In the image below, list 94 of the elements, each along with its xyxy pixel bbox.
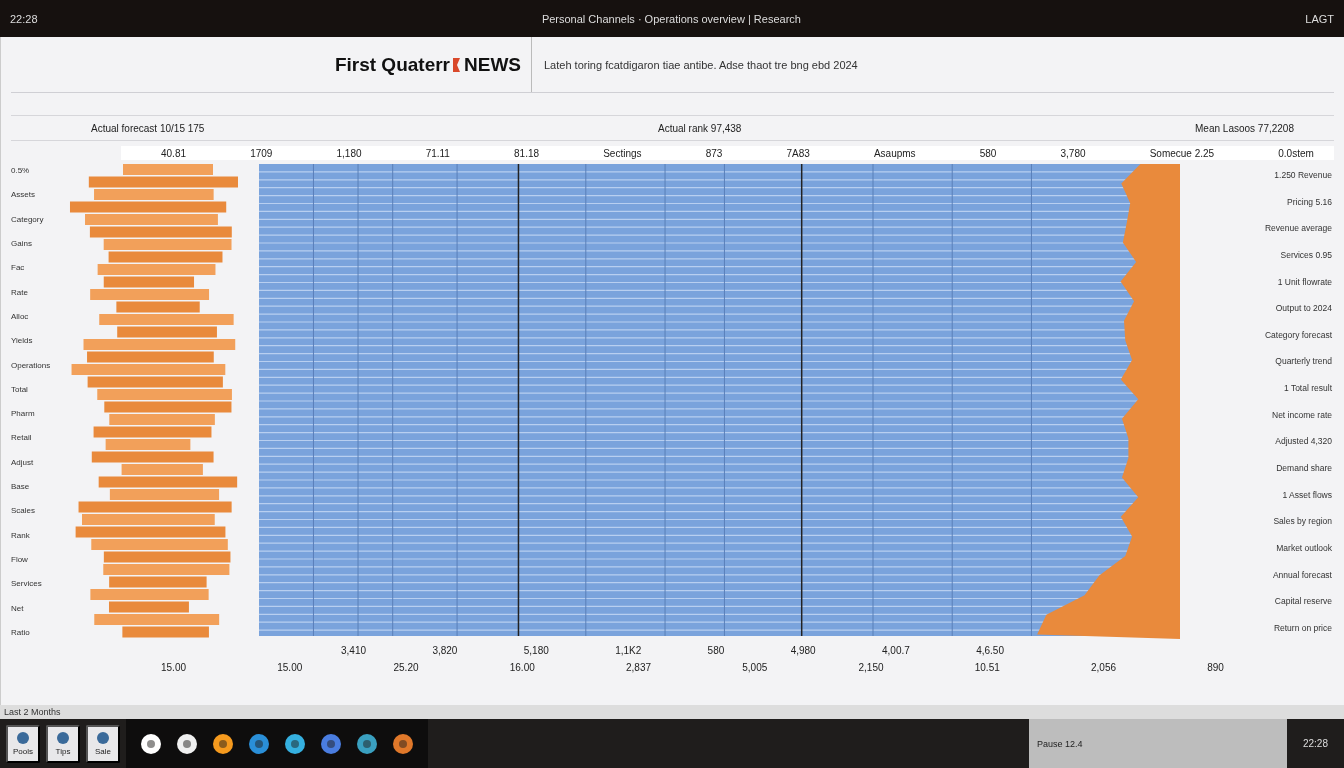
axis-label: 15.00 xyxy=(277,662,303,673)
axis-label: 15.00 xyxy=(161,662,187,673)
subtitle-text: Lateh toring fcatdigaron tiae antibe. Adse thaot tre bng ebd 2024 xyxy=(544,58,858,71)
axis-label: 3,410 xyxy=(341,645,367,656)
row-label: 1 Asset flows xyxy=(1282,489,1332,500)
app-icon[interactable] xyxy=(176,732,198,755)
row-label: Ratio xyxy=(11,627,31,637)
row-label: 1 Unit flowrate xyxy=(1277,276,1332,287)
row-label: Retail xyxy=(11,433,33,443)
row-label: Adjusted 4,320 xyxy=(1275,436,1332,447)
row-label: Return on price xyxy=(1273,622,1332,633)
axis-label: 5,180 xyxy=(523,645,549,656)
app-icon[interactable] xyxy=(284,732,306,755)
band-label: Mean Lasoos 77,2208 xyxy=(1195,122,1294,134)
status-text: Personal Channels · Operations overview | Research xyxy=(541,12,801,25)
row-label: Assets xyxy=(11,190,36,200)
row-label: Market outlook xyxy=(1276,542,1332,553)
app-icon xyxy=(16,731,30,745)
row-label: Base xyxy=(11,482,31,492)
report-title: NEWS xyxy=(464,53,521,76)
row-label: Capital reserve xyxy=(1274,596,1332,607)
row-label: 0.5% xyxy=(11,166,31,175)
app-icon[interactable] xyxy=(392,732,414,755)
app-icon xyxy=(56,731,70,745)
row-label: Alloc xyxy=(11,311,30,321)
pinned-app[interactable]: Tips xyxy=(46,724,80,763)
row-label: Annual forecast xyxy=(1272,569,1332,580)
row-label: Quarterly trend xyxy=(1275,356,1332,367)
column-label: 0.0stem xyxy=(1278,147,1314,159)
axis-label: 3,820 xyxy=(432,645,458,656)
axis-label: 2,150 xyxy=(858,662,884,673)
row-label: Sales by region xyxy=(1273,516,1332,527)
row-label: 1.250 Revenue xyxy=(1274,170,1332,180)
row-label: Adjust xyxy=(11,457,35,467)
row-label: Yields xyxy=(11,336,34,346)
axis-label: 10.51 xyxy=(974,662,1000,673)
app-icon xyxy=(96,731,110,745)
footer-text: Last 2 Months xyxy=(4,707,61,717)
row-label: Gains xyxy=(11,238,33,248)
column-label: 1,180 xyxy=(336,147,362,159)
app-icon[interactable] xyxy=(356,732,378,755)
axis-label: 2,056 xyxy=(1091,662,1117,673)
clock-text: 22:28 xyxy=(10,12,38,25)
column-label: 873 xyxy=(705,147,723,159)
row-label: Category xyxy=(11,214,45,224)
row-label: Demand share xyxy=(1276,463,1332,474)
row-label: Total xyxy=(11,384,29,394)
row-label: Output to 2024 xyxy=(1275,303,1332,314)
row-label: Services 0.95 xyxy=(1280,249,1332,260)
axis-label: 25.20 xyxy=(393,662,419,673)
axis-label: 16.00 xyxy=(509,662,535,673)
column-label: 71.11 xyxy=(425,147,450,159)
band-label: Actual rank 97,438 xyxy=(658,122,742,134)
flag-icon xyxy=(452,56,462,73)
search-field[interactable]: Pause 12.4 xyxy=(1028,719,1287,768)
app-icon[interactable] xyxy=(140,732,162,755)
axis-label: 2,837 xyxy=(626,662,652,673)
row-label: 1 Total result xyxy=(1283,383,1332,394)
report-title: First Quaterr xyxy=(334,53,450,76)
column-label: 81.18 xyxy=(514,147,540,159)
row-label: Category forecast xyxy=(1264,329,1332,340)
column-label: Somecue 2.25 xyxy=(1149,147,1215,159)
axis-label: 1,1K2 xyxy=(615,645,642,656)
row-label: Operations xyxy=(11,360,52,370)
pinned-app[interactable]: Pools xyxy=(6,724,40,763)
axis-label: 4,00.7 xyxy=(882,645,910,656)
row-label: Pharm xyxy=(11,409,36,419)
row-label: Net xyxy=(11,603,25,613)
pinned-app[interactable]: Sale xyxy=(86,724,120,763)
axis-label: 5,005 xyxy=(742,662,768,673)
column-label: Sectings xyxy=(603,147,642,159)
axis-label: 4,980 xyxy=(790,645,816,656)
row-label: Fac xyxy=(11,263,26,273)
column-label: Asaupms xyxy=(873,147,916,159)
clock-text: 22:28 xyxy=(1302,738,1328,749)
band-label: Actual forecast 10/15 175 xyxy=(91,122,205,134)
row-label: Net income rate xyxy=(1272,409,1332,420)
column-label: 3,780 xyxy=(1060,147,1086,159)
app-icon[interactable] xyxy=(212,732,234,755)
axis-label: 890 xyxy=(1207,662,1224,673)
column-label: 580 xyxy=(979,147,997,159)
axis-label: 580 xyxy=(707,645,725,656)
row-label: Rank xyxy=(11,530,31,540)
row-label: Pricing 5.16 xyxy=(1287,196,1332,207)
row-label: Flow xyxy=(11,555,29,564)
column-label: 7A83 xyxy=(786,147,810,159)
axis-label: 4,6.50 xyxy=(976,645,1004,656)
status-text: LAGT xyxy=(1305,12,1334,25)
column-label: 40.81 xyxy=(161,147,187,159)
column-label: 1709 xyxy=(250,147,273,159)
row-label: Revenue average xyxy=(1264,223,1332,234)
row-label: Services xyxy=(11,579,43,589)
row-label: Scales xyxy=(11,506,36,516)
row-label: Rate xyxy=(11,287,29,297)
